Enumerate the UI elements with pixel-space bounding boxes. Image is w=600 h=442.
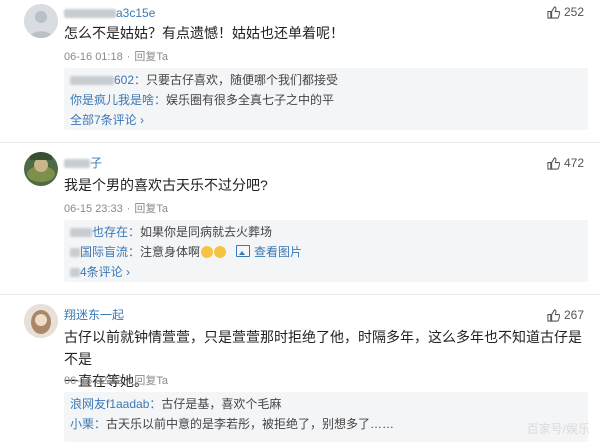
reply-username[interactable]: 602： <box>114 73 146 87</box>
emoji-icon <box>214 246 227 258</box>
reply-button[interactable]: 回复Ta <box>134 375 168 387</box>
view-all-replies-link[interactable]: 全部7条评论 › <box>70 110 144 130</box>
comment-meta: 06-15 23:33 · 回复Ta <box>64 203 169 215</box>
like-button[interactable]: 267 <box>547 308 584 322</box>
reply-item: 也存在：如果你是同病就去火葬场 <box>70 222 272 242</box>
comment-meta: 06-16 01:18 · 回复Ta <box>64 51 169 63</box>
avatar[interactable] <box>24 152 58 186</box>
avatar[interactable] <box>24 4 58 38</box>
comment-date: 06-15 23:33 <box>64 203 123 215</box>
reply-username[interactable]: 浪网友f1aadab： <box>70 397 161 411</box>
comment-meta: 06-16 02:42 · 回复Ta <box>64 375 169 387</box>
view-image-link[interactable]: 查看图片 <box>254 245 302 259</box>
reply-username[interactable]: 国际盲流： <box>80 245 140 259</box>
comment-date: 06-16 02:42 <box>64 375 123 387</box>
reply-item: 浪网友f1aadab：古仔是基，喜欢个毛麻 <box>70 394 281 414</box>
reply-button[interactable]: 回复Ta <box>134 203 168 215</box>
like-count: 267 <box>563 308 584 322</box>
watermark: 百家号/娱乐 <box>526 422 590 436</box>
reply-text: 只要古仔喜欢，随便哪个我们都接受 <box>146 73 339 87</box>
reply-item: 602：只要古仔喜欢，随便哪个我们都接受 <box>70 70 338 90</box>
view-all-replies-link[interactable]: 4条评论 › <box>70 262 130 282</box>
image-icon <box>236 245 251 257</box>
reply-button[interactable]: 回复Ta <box>134 51 168 63</box>
like-button[interactable]: 252 <box>547 5 584 19</box>
like-count: 472 <box>563 156 584 170</box>
reply-username[interactable]: 小栗： <box>70 417 106 431</box>
reply-text: 古天乐以前中意的是李若彤，被拒绝了，别想多了…… <box>106 417 395 431</box>
comment-username[interactable]: a3c15e <box>64 6 155 20</box>
like-button[interactable]: 472 <box>547 156 584 170</box>
reply-box: 浪网友f1aadab：古仔是基，喜欢个毛麻 小栗：古天乐以前中意的是李若彤，被拒… <box>64 392 588 442</box>
thumbs-up-icon <box>547 308 560 322</box>
reply-text: 娱乐圈有很多全真七子之中的平 <box>166 93 335 107</box>
reply-username[interactable]: 也存在： <box>92 225 140 239</box>
reply-text: 如果你是同病就去火葬场 <box>140 225 273 239</box>
reply-box: 也存在：如果你是同病就去火葬场 国际盲流：注意身体啊 查看图片 4条评论 › <box>64 220 588 282</box>
comment-text: 我是个男的喜欢古天乐不过分吧? <box>64 177 268 193</box>
thumbs-up-icon <box>547 5 560 19</box>
comment-username[interactable]: 子 <box>64 154 102 171</box>
reply-item: 小栗：古天乐以前中意的是李若彤，被拒绝了，别想多了…… <box>70 414 394 434</box>
comment-date: 06-16 01:18 <box>64 51 123 63</box>
reply-item: 你是疯儿我是啥：娱乐圈有很多全真七子之中的平 <box>70 90 334 110</box>
avatar[interactable] <box>24 304 58 338</box>
thumbs-up-icon <box>547 156 560 170</box>
comment-username[interactable]: 翔迷东一起 <box>64 306 124 323</box>
divider <box>0 142 600 143</box>
reply-item: 国际盲流：注意身体啊 查看图片 <box>70 242 302 262</box>
reply-text: 古仔是基，喜欢个毛麻 <box>161 397 282 411</box>
like-count: 252 <box>563 5 584 19</box>
comment-text: 怎么不是姑姑？有点遗憾！姑姑也还单着呢！ <box>64 25 344 41</box>
reply-text: 注意身体啊 <box>140 245 201 259</box>
emoji-icon <box>201 246 214 258</box>
reply-box: 602：只要古仔喜欢，随便哪个我们都接受 你是疯儿我是啥：娱乐圈有很多全真七子之… <box>64 68 588 130</box>
reply-username[interactable]: 你是疯儿我是啥： <box>70 93 166 107</box>
divider <box>0 294 600 295</box>
